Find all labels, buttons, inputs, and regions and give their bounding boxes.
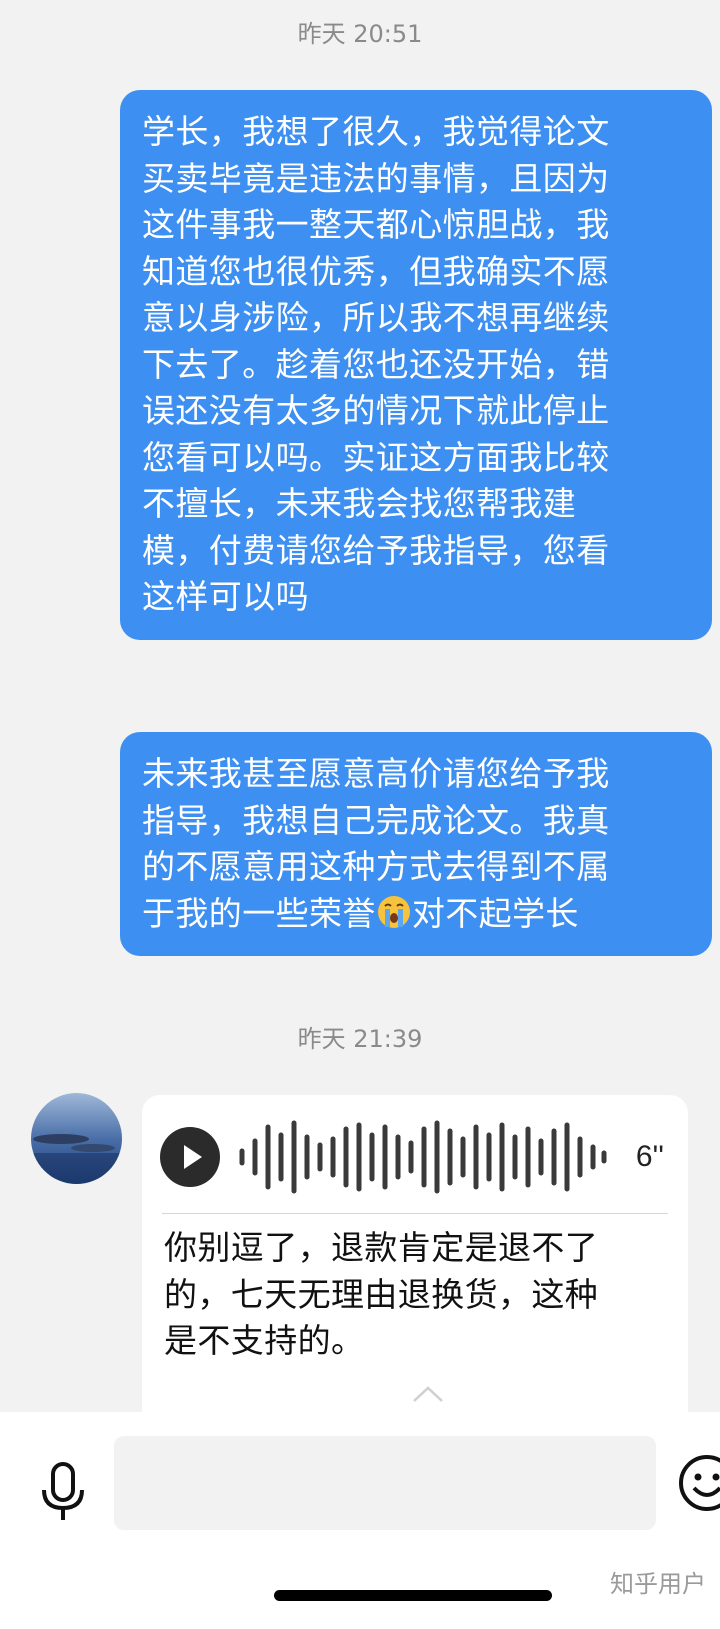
chat-screen: 昨天 20:51 学长，我想了很久，我觉得论文 买卖毕竟是违法的事情，且因为 这… <box>0 0 720 1629</box>
outgoing-message-bubble[interactable]: 学长，我想了很久，我觉得论文 买卖毕竟是违法的事情，且因为 这件事我一整天都心惊… <box>120 90 712 640</box>
message-line: 下去了。趁着您也还没开始，错 <box>142 344 610 384</box>
message-line-with-emoji: 于我的一些荣誉 对不起学长 <box>142 891 690 938</box>
message-text: 对不起学长 <box>411 893 579 933</box>
microphone-icon[interactable] <box>38 1462 88 1524</box>
transcript-line: 的，七天无理由退换货，这种 <box>164 1274 599 1314</box>
waveform-icon <box>239 1120 607 1194</box>
timestamp: 昨天 21:39 <box>297 1025 423 1053</box>
avatar-image <box>31 1093 122 1184</box>
message-line: 学长，我想了很久，我觉得论文 <box>142 112 610 151</box>
play-button[interactable] <box>160 1127 220 1187</box>
message-line: 未来我甚至愿意高价请您给予我 <box>142 754 610 793</box>
home-indicator[interactable] <box>274 1590 552 1601</box>
voice-duration: 6'' <box>635 1140 664 1173</box>
transcript-line: 你别逗了，退款肯定是退不了 <box>164 1228 599 1267</box>
watermark: 知乎用户 <box>610 1570 706 1598</box>
message-line: 这样可以吗 <box>142 577 309 616</box>
outgoing-message-bubble[interactable]: 未来我甚至愿意高价请您给予我 指导，我想自己完成论文。我真 的不愿意用这种方式去… <box>120 732 712 956</box>
message-line: 误还没有太多的情况下就此停止 <box>142 391 610 430</box>
message-input[interactable] <box>114 1436 656 1530</box>
play-icon <box>184 1145 202 1169</box>
emoji-icon[interactable] <box>678 1454 720 1512</box>
message-line: 模，付费请您给予我指导，您看 <box>142 530 610 570</box>
message-text: 于我的一些荣誉 <box>142 893 376 933</box>
message-line: 这件事我一整天都心惊胆战，我 <box>142 205 610 244</box>
message-input-bar: 知乎用户 <box>0 1412 720 1629</box>
chevron-up-icon[interactable] <box>412 1385 444 1403</box>
transcript-line: 是不支持的。 <box>164 1321 365 1360</box>
avatar[interactable] <box>31 1093 122 1184</box>
message-line: 买卖毕竟是违法的事情，且因为 <box>142 158 610 198</box>
message-line: 您看可以吗。实证这方面我比较 <box>142 437 610 477</box>
divider <box>162 1213 668 1214</box>
message-line: 指导，我想自己完成论文。我真 <box>142 800 610 840</box>
timestamp: 昨天 20:51 <box>297 20 423 48</box>
message-line: 不擅长，未来我会找您帮我建 <box>142 484 577 523</box>
message-line: 的不愿意用这种方式去得到不属 <box>142 847 610 886</box>
message-line: 知道您也很优秀，但我确实不愿 <box>142 251 610 291</box>
incoming-voice-message[interactable]: 6'' 你别逗了，退款肯定是退不了 的，七天无理由退换货，这种 是不支持的。 <box>142 1095 688 1429</box>
message-line: 意以身涉险，所以我不想再继续 <box>142 298 610 337</box>
voice-transcript: 你别逗了，退款肯定是退不了 的，七天无理由退换货，这种 是不支持的。 <box>164 1225 676 1365</box>
loudly-crying-face-icon <box>377 895 410 928</box>
